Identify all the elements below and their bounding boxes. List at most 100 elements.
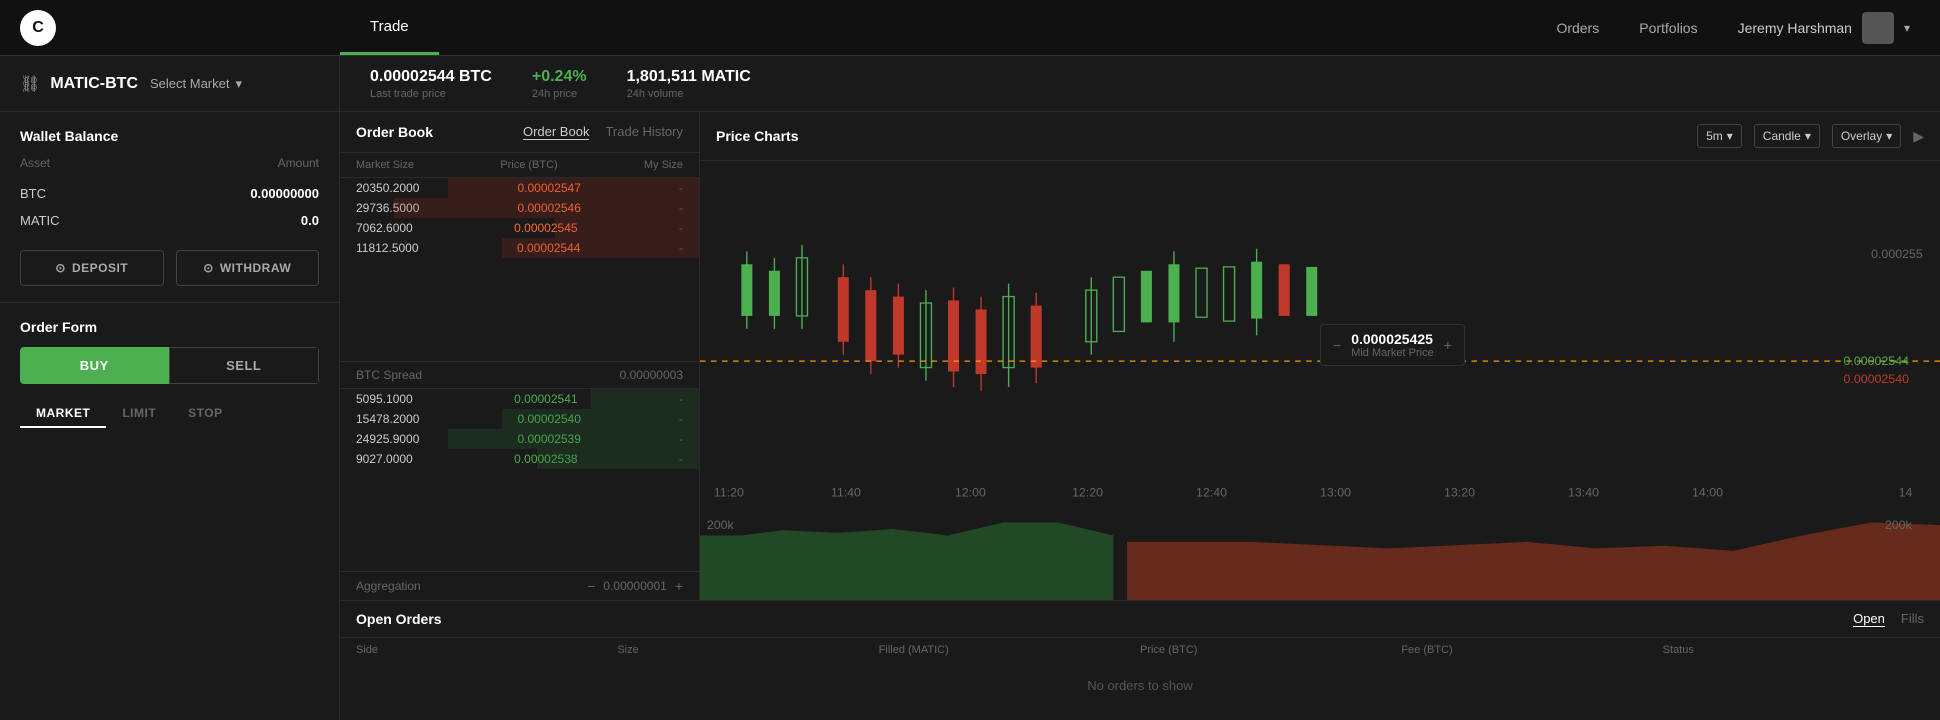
asset-col-header: Asset [20, 156, 50, 170]
svg-text:200k: 200k [1885, 518, 1913, 532]
ob-sell-row: 20350.2000 0.00002547 - [340, 178, 699, 198]
timeframe-control[interactable]: 5m ▾ [1697, 124, 1742, 148]
spread-value: 0.00000003 [620, 368, 683, 382]
withdraw-button[interactable]: ⊙ WITHDRAW [176, 250, 320, 286]
svg-text:12:20: 12:20 [1072, 486, 1103, 500]
stat-24h-volume: 1,801,511 MATIC 24h volume [627, 68, 751, 100]
svg-text:13:20: 13:20 [1444, 486, 1475, 500]
svg-text:11:20: 11:20 [714, 486, 744, 500]
oo-tab-fills[interactable]: Fills [1901, 611, 1924, 627]
nav-tabs: Trade [340, 0, 1526, 55]
oo-col-fee: Fee (BTC) [1401, 644, 1662, 656]
deposit-icon: ⊙ [55, 261, 66, 275]
order-type-market[interactable]: MARKET [20, 400, 106, 428]
aggregation-value: 0.00000001 [603, 579, 666, 593]
mid-market-decrease-icon[interactable]: − [1333, 337, 1341, 353]
timeframe-label: 5m [1706, 129, 1723, 143]
chart-expand-icon[interactable]: ▶ [1913, 128, 1924, 145]
ob-buy-size-0: 5095.1000 [356, 392, 413, 406]
agg-decrease-button[interactable]: − [587, 578, 595, 594]
order-type-stop[interactable]: STOP [172, 400, 238, 428]
deposit-button[interactable]: ⊙ DEPOSIT [20, 250, 164, 286]
wallet-balance-section: Wallet Balance Asset Amount BTC 0.000000… [0, 112, 339, 303]
ob-buy-size-3: 9027.0000 [356, 452, 413, 466]
nav-tab-orders[interactable]: Orders [1556, 20, 1599, 36]
aggregation-label: Aggregation [356, 579, 421, 593]
matic-asset-name: MATIC [20, 213, 59, 228]
order-type-limit[interactable]: LIMIT [106, 400, 172, 428]
svg-text:200k: 200k [707, 518, 735, 532]
select-market-label: Select Market [150, 76, 229, 91]
last-trade-value: 0.00002544 BTC [370, 68, 492, 86]
ob-buy-row: 24925.9000 0.00002539 - [340, 429, 699, 449]
order-book-panel: Order Book Order Book Trade History Mark… [340, 112, 700, 600]
wallet-balance-title: Wallet Balance [20, 128, 319, 144]
nav-right: Orders Portfolios Jeremy Harshman ▾ [1526, 12, 1940, 44]
ob-sell-size-3: 11812.5000 [356, 241, 419, 255]
svg-text:0.00002540: 0.00002540 [1844, 372, 1910, 386]
order-form-title: Order Form [20, 319, 319, 335]
btc-asset-amount: 0.00000000 [250, 186, 319, 201]
ob-sell-rows: 20350.2000 0.00002547 - 29736.5000 0.000… [340, 178, 699, 361]
candle-type-label: Candle [1763, 129, 1801, 143]
overlay-label: Overlay [1841, 129, 1882, 143]
ob-sell-size-0: 20350.2000 [356, 181, 419, 195]
ob-buy-row: 5095.1000 0.00002541 - [340, 389, 699, 409]
stat-24h-price: +0.24% 24h price [532, 68, 587, 100]
svg-text:0.00002544: 0.00002544 [1844, 354, 1910, 368]
logo-area: C [0, 10, 340, 46]
deposit-label: DEPOSIT [72, 261, 128, 275]
price-charts-panel: Price Charts 5m ▾ Candle ▾ Overlay ▾ [700, 112, 1940, 600]
ob-col-price: Price (BTC) [500, 159, 557, 171]
logo-icon: C [20, 10, 56, 46]
spread-row: BTC Spread 0.00000003 [340, 361, 699, 389]
top-nav: C Trade Orders Portfolios Jeremy Harshma… [0, 0, 1940, 56]
nav-tab-portfolios[interactable]: Portfolios [1639, 20, 1697, 36]
overlay-chevron-icon: ▾ [1886, 129, 1892, 143]
oo-col-price: Price (BTC) [1140, 644, 1401, 656]
open-orders-tabs: Open Fills [1853, 611, 1924, 627]
user-name: Jeremy Harshman [1738, 20, 1852, 36]
24h-price-label: 24h price [532, 88, 587, 100]
mid-market-increase-icon[interactable]: + [1444, 337, 1452, 353]
market-name: MATIC-BTC [50, 75, 138, 93]
candle-type-chevron-icon: ▾ [1805, 129, 1811, 143]
spread-label: BTC Spread [356, 368, 422, 382]
agg-increase-button[interactable]: + [675, 578, 683, 594]
oo-tab-open[interactable]: Open [1853, 611, 1885, 627]
svg-text:13:40: 13:40 [1568, 486, 1599, 500]
open-orders-column-headers: Side Size Filled (MATIC) Price (BTC) Fee… [340, 638, 1940, 662]
buy-button[interactable]: BUY [20, 347, 169, 384]
open-orders-header: Open Orders Open Fills [340, 601, 1940, 638]
btc-asset-name: BTC [20, 186, 46, 201]
sell-button[interactable]: SELL [169, 347, 320, 384]
ob-buy-row: 15478.2000 0.00002540 - [340, 409, 699, 429]
open-orders-title: Open Orders [356, 611, 442, 627]
ob-sell-row: 29736.5000 0.00002546 - [340, 198, 699, 218]
ob-sell-row: 11812.5000 0.00002544 - [340, 238, 699, 258]
ob-buy-size-2: 24925.9000 [356, 432, 419, 446]
mid-market-label: Mid Market Price [1351, 347, 1434, 359]
btc-asset-row: BTC 0.00000000 [20, 180, 319, 207]
ob-col-market-size: Market Size [356, 159, 414, 171]
ob-tab-trade-history[interactable]: Trade History [605, 124, 683, 140]
ob-tab-order-book[interactable]: Order Book [523, 124, 589, 140]
ob-buy-row: 9027.0000 0.00002538 - [340, 449, 699, 469]
nav-tab-trade[interactable]: Trade [340, 0, 439, 55]
withdraw-label: WITHDRAW [220, 261, 291, 275]
market-left: ⛓ MATIC-BTC Select Market ▾ [0, 56, 340, 111]
svg-text:12:00: 12:00 [955, 486, 986, 500]
svg-text:11:40: 11:40 [831, 486, 861, 500]
stat-last-trade: 0.00002544 BTC Last trade price [370, 68, 492, 100]
chart-controls: 5m ▾ Candle ▾ Overlay ▾ ▶ [1697, 124, 1924, 148]
24h-volume-value: 1,801,511 MATIC [627, 68, 751, 86]
overlay-control[interactable]: Overlay ▾ [1832, 124, 1901, 148]
user-avatar [1862, 12, 1894, 44]
user-area[interactable]: Jeremy Harshman ▾ [1738, 12, 1910, 44]
order-book-header: Order Book Order Book Trade History [340, 112, 699, 153]
mid-market-price: 0.000025425 [1351, 331, 1434, 347]
candle-type-control[interactable]: Candle ▾ [1754, 124, 1820, 148]
order-book-title: Order Book [356, 124, 433, 140]
oo-col-status: Status [1663, 644, 1924, 656]
select-market-button[interactable]: Select Market ▾ [150, 76, 242, 92]
